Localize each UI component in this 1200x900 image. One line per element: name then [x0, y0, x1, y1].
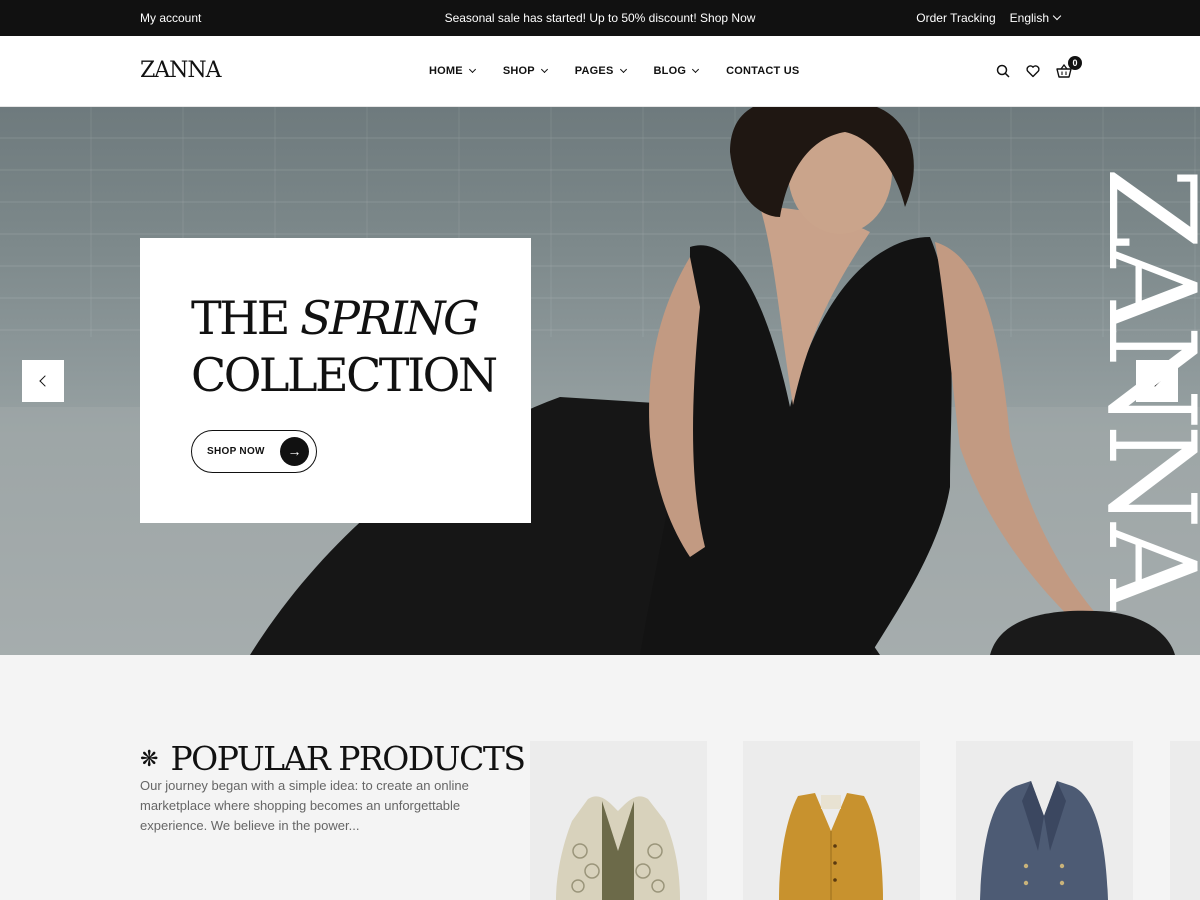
- nav-label: SHOP: [502, 65, 535, 77]
- cart-count-badge: 0: [1068, 56, 1082, 70]
- hero-title-line1: THE: [191, 291, 290, 345]
- arrow-right-icon: →: [280, 437, 309, 466]
- crochet-vest-image: [556, 796, 680, 900]
- hero-title-line2: COLLECTION: [191, 348, 498, 402]
- nav-item-contact[interactable]: CONTACT US: [726, 65, 799, 77]
- nav-label: BLOG: [653, 65, 687, 77]
- chevron-down-icon: [1052, 11, 1062, 21]
- mustard-waistcoat-image: [779, 793, 883, 900]
- tweed-blazer-image: [980, 781, 1108, 900]
- nav-item-pages[interactable]: PAGES: [574, 65, 627, 77]
- product-card[interactable]: [743, 741, 920, 900]
- language-label: English: [1009, 11, 1049, 25]
- nav-item-shop[interactable]: SHOP: [502, 65, 548, 77]
- hero-title: THE SPRING COLLECTION: [191, 290, 498, 404]
- chevron-down-icon: [619, 65, 627, 74]
- hero-text-card: THE SPRING COLLECTION SHOP NOW →: [140, 238, 531, 523]
- nav-label: HOME: [429, 65, 463, 77]
- topbar-right: Order Tracking English: [916, 11, 1062, 25]
- logo[interactable]: ZANNA: [140, 58, 222, 83]
- nav-item-home[interactable]: HOME: [429, 65, 476, 77]
- order-tracking-link[interactable]: Order Tracking: [916, 11, 995, 25]
- nav-label: CONTACT US: [726, 65, 800, 77]
- announcement-bar: My account Seasonal sale has started! Up…: [0, 0, 1200, 36]
- slider-prev-button[interactable]: [22, 360, 64, 402]
- product-card[interactable]: [530, 741, 707, 900]
- chevron-left-icon: [39, 375, 51, 387]
- heart-icon[interactable]: [1026, 64, 1040, 78]
- popular-products-heading: ❋ POPULAR PRODUCTS: [140, 739, 526, 778]
- shop-now-label: SHOP NOW: [207, 446, 265, 457]
- search-icon[interactable]: [996, 64, 1010, 78]
- product-card[interactable]: [956, 741, 1133, 900]
- hero-title-italic: SPRING: [300, 291, 480, 345]
- hero-slider: THE SPRING COLLECTION SHOP NOW → ZANNA: [0, 107, 1200, 655]
- vertical-brand-label: ZANNA: [1092, 167, 1200, 611]
- site-header: ZANNA HOME SHOP PAGES BLOG CONTACT US 0: [0, 36, 1200, 107]
- chevron-down-icon: [692, 65, 700, 74]
- nav-label: PAGES: [574, 65, 614, 77]
- chevron-down-icon: [540, 65, 548, 74]
- nav-item-blog[interactable]: BLOG: [653, 65, 700, 77]
- section-title: POPULAR PRODUCTS: [170, 739, 526, 778]
- language-selector[interactable]: English: [1009, 11, 1062, 25]
- asterisk-icon: ❋: [140, 745, 159, 771]
- header-icons: 0: [996, 56, 1082, 78]
- product-card[interactable]: [1170, 741, 1200, 900]
- chevron-down-icon: [468, 65, 476, 74]
- section-description: Our journey began with a simple idea: to…: [140, 778, 469, 833]
- basket-icon[interactable]: 0: [1056, 56, 1082, 78]
- shop-now-button[interactable]: SHOP NOW →: [191, 430, 317, 473]
- vertical-brand-text: ZANNA: [1092, 167, 1200, 611]
- main-nav: HOME SHOP PAGES BLOG CONTACT US: [429, 65, 799, 77]
